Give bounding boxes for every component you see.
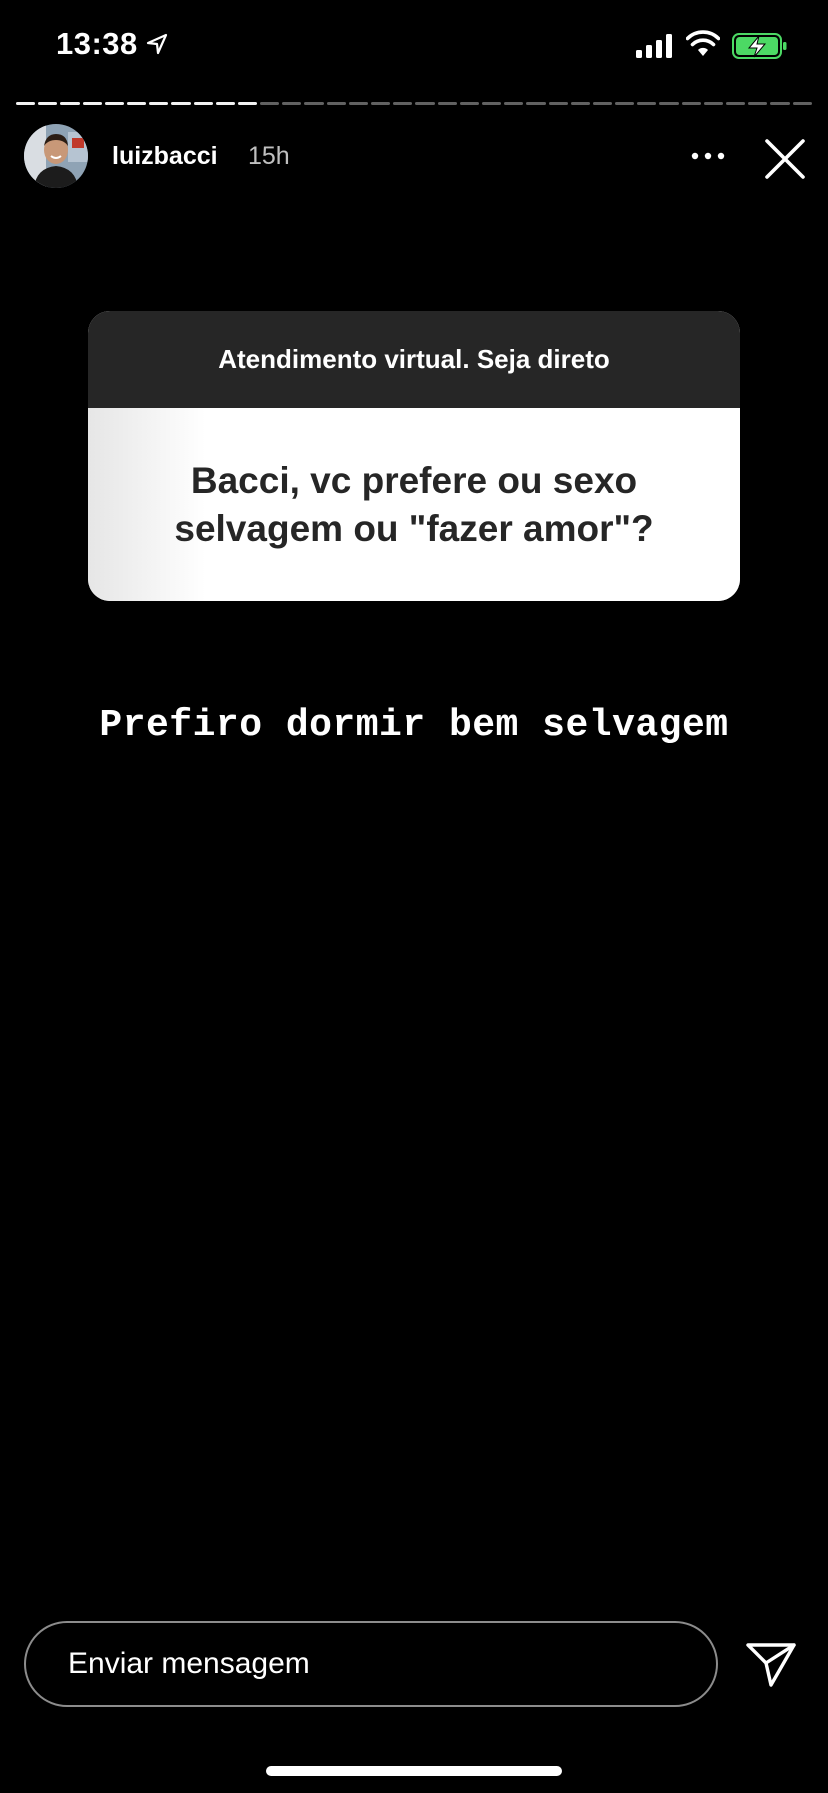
story-header: luizbacci 15h (0, 120, 828, 192)
more-options-icon (691, 152, 725, 160)
send-button[interactable] (744, 1640, 798, 1690)
story-time-ago: 15h (248, 142, 290, 170)
home-indicator (266, 1766, 562, 1776)
close-button[interactable] (760, 134, 810, 184)
location-arrow-icon (146, 33, 167, 55)
story-progress-segment (726, 102, 746, 105)
status-time-text: 13:38 (56, 26, 138, 61)
story-progress-segment (659, 102, 679, 105)
story-progress-segment (193, 102, 213, 105)
story-progress-segment (570, 102, 590, 105)
story-answer-text: Prefiro dormir bem selvagem (99, 704, 729, 747)
story-progress-segment (82, 102, 102, 105)
story-progress-segment (548, 102, 568, 105)
question-sticker-question: Bacci, vc prefere ou sexo selvagem ou "f… (174, 459, 654, 549)
cellular-signal-icon (636, 34, 672, 58)
story-progress-segment (504, 102, 524, 105)
story-progress-segment (304, 102, 324, 105)
story-progress-segment (481, 102, 502, 105)
story-progress-segment (459, 102, 479, 105)
story-progress-segment (126, 102, 147, 105)
question-sticker-prompt: Atendimento virtual. Seja direto (88, 311, 740, 408)
more-options-button[interactable] (684, 138, 732, 174)
story-progress-segment (437, 102, 457, 105)
question-sticker[interactable]: Atendimento virtual. Seja direto Bacci, … (88, 311, 740, 601)
avatar-image (24, 124, 88, 188)
close-icon (765, 139, 805, 179)
send-icon (746, 1643, 796, 1687)
avatar[interactable] (24, 124, 88, 188)
story-progress-segment (215, 102, 235, 105)
story-progress-segment (415, 102, 435, 105)
story-progress-segment (637, 102, 657, 105)
story-progress-segment (171, 102, 191, 105)
story-progress-segment (526, 102, 546, 105)
status-time: 13:38 (56, 26, 168, 62)
story-progress-segment (371, 102, 391, 105)
story-progress-segment (703, 102, 723, 105)
story-progress-segment (149, 102, 169, 105)
story-progress-segment (748, 102, 768, 105)
story-progress-segment (104, 102, 124, 105)
status-bar: 13:38 (0, 0, 828, 92)
story-progress-segment (348, 102, 368, 105)
story-progress-segment (38, 102, 58, 105)
story-progress-segment (792, 102, 812, 105)
story-progress-segment (326, 102, 346, 105)
story-progress-segment (393, 102, 413, 105)
wifi-icon (686, 30, 720, 56)
story-progress-segment (592, 102, 613, 105)
story-progress-segment (237, 102, 258, 105)
story-progress-bar (16, 102, 812, 106)
story-username[interactable]: luizbacci (112, 142, 218, 171)
story-progress-segment (60, 102, 80, 105)
story-progress-segment (260, 102, 280, 105)
story-progress-segment (681, 102, 701, 105)
story-progress-segment (282, 102, 302, 105)
story-progress-segment (770, 102, 790, 105)
story-progress-segment (16, 102, 36, 105)
battery-charging-icon (732, 33, 787, 59)
send-message-input[interactable] (24, 1621, 718, 1707)
story-progress-segment (615, 102, 635, 105)
question-sticker-body: Bacci, vc prefere ou sexo selvagem ou "f… (88, 408, 740, 601)
